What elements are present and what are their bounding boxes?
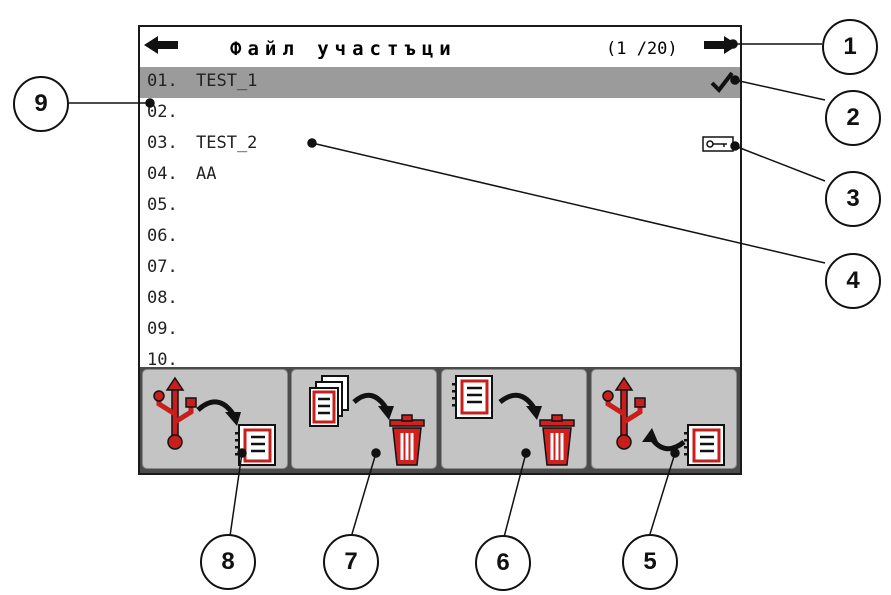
- callout-6: 6: [475, 535, 531, 591]
- callout-2: 2: [825, 90, 881, 146]
- callout-1: 1: [822, 19, 878, 75]
- callout-9: 9: [13, 76, 69, 132]
- callout-3: 3: [825, 171, 881, 227]
- callout-4: 4: [825, 253, 881, 309]
- callout-8: 8: [200, 534, 256, 590]
- callout-7: 7: [323, 534, 379, 590]
- callout-leaders: [69, 39, 826, 542]
- callout-5: 5: [622, 534, 678, 590]
